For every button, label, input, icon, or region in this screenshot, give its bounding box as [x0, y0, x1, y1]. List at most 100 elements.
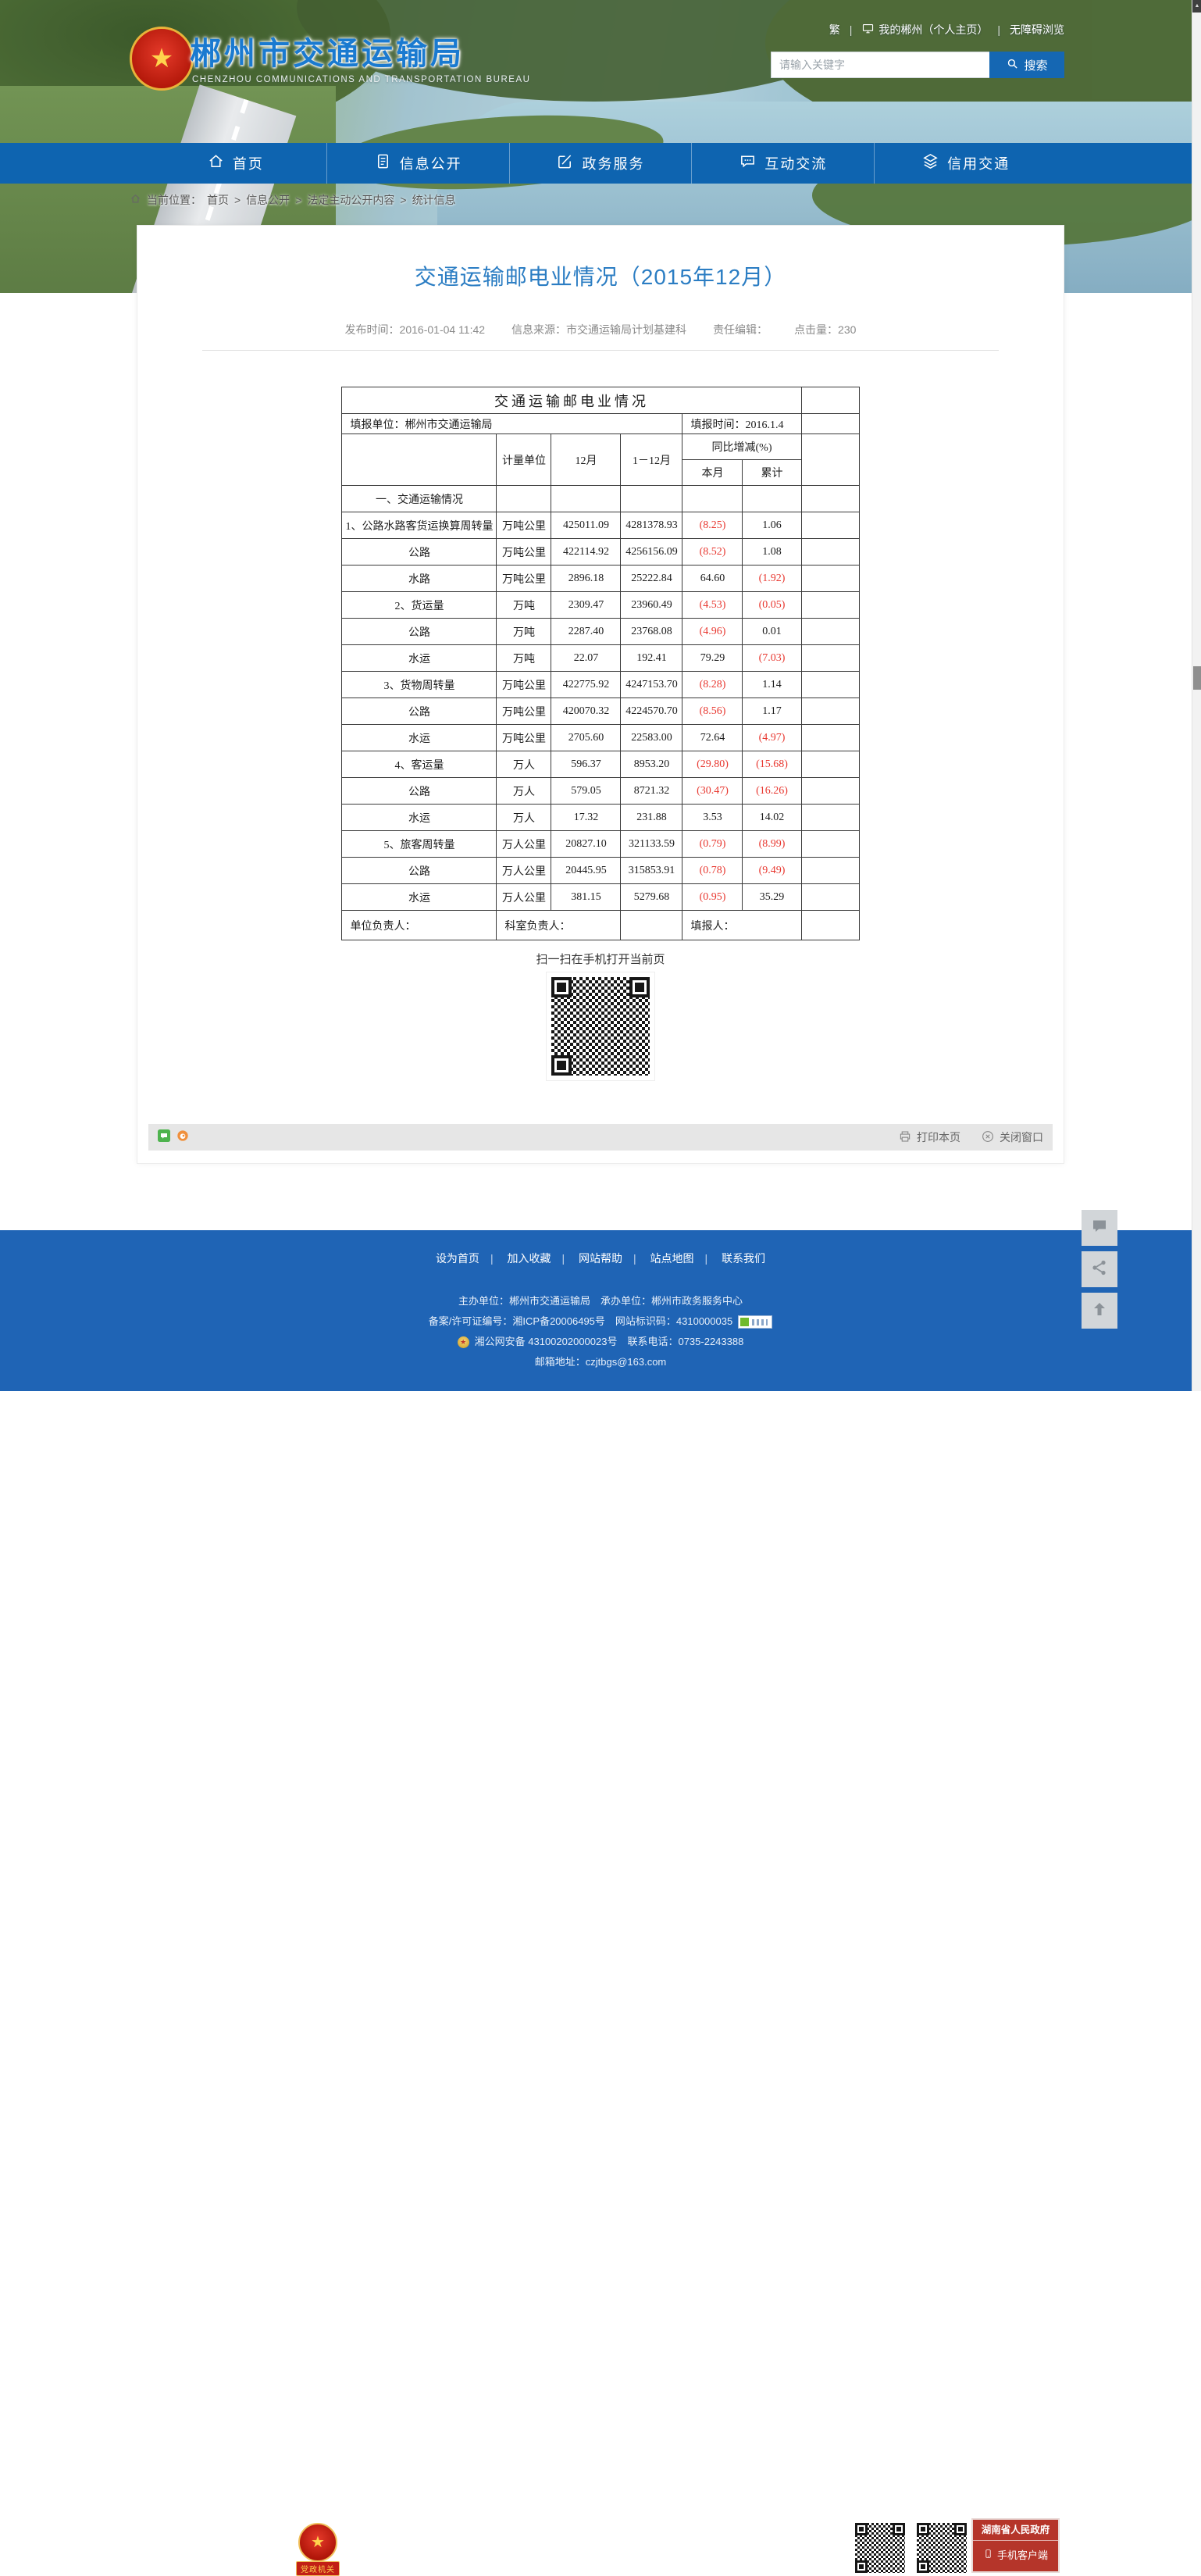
- article-card: 交通运输邮电业情况（2015年12月） 发布时间：2016-01-04 11:4…: [137, 225, 1064, 1164]
- indicator-cell: 公路: [342, 698, 497, 725]
- scrollbar-thumb[interactable]: [1193, 666, 1201, 690]
- yoy-month-header: 本月: [682, 460, 743, 486]
- month-cell: 20827.10: [551, 831, 621, 858]
- page-title: 交通运输邮电业情况（2015年12月）: [202, 261, 999, 294]
- empty-cell: [801, 414, 859, 434]
- empty-cell: [801, 698, 859, 725]
- scrollbar-up-arrow[interactable]: ▲: [1192, 0, 1201, 12]
- section-row: 一、交通运输情况: [342, 486, 859, 512]
- phone-icon: [983, 2541, 993, 2571]
- empty-cell: [801, 751, 859, 778]
- print-page-button[interactable]: 打印本页: [898, 1129, 960, 1146]
- weibo-share-icon[interactable]: [176, 1129, 189, 1146]
- nav-item-info-disclosure[interactable]: 信息公开: [327, 143, 510, 184]
- month-cell: 20445.95: [551, 858, 621, 884]
- party-gov-badge[interactable]: ★ 党政机关: [296, 2523, 340, 2576]
- edit-icon: [556, 152, 574, 174]
- nav-item-gov-services[interactable]: 政务服务: [510, 143, 693, 184]
- close-label: 关闭窗口: [1000, 1129, 1043, 1145]
- unit-cell: 万吨公里: [497, 725, 551, 751]
- unit-cell: 万吨公里: [497, 698, 551, 725]
- accessibility-link[interactable]: 无障碍浏览: [1010, 22, 1064, 37]
- security-line: ★ 湘公网安备 43100202000023号 联系电话：0735-224338…: [0, 1332, 1201, 1352]
- indicator-cell: 4、客运量: [342, 751, 497, 778]
- indicator-cell: 2、货运量: [342, 592, 497, 619]
- chat-service-button[interactable]: [1082, 1210, 1117, 1246]
- back-to-top-button[interactable]: [1082, 1293, 1117, 1329]
- cnzz-stat-badge[interactable]: [738, 1315, 772, 1329]
- contact-us-link[interactable]: 联系我们: [722, 1252, 765, 1265]
- nav-item-home[interactable]: 首页: [144, 143, 327, 184]
- mom-cell: (29.80): [682, 751, 743, 778]
- ytd-cell: 25222.84: [621, 566, 682, 592]
- cum-cell: (7.03): [743, 645, 801, 672]
- month-cell: 579.05: [551, 778, 621, 805]
- month-cell: 2705.60: [551, 725, 621, 751]
- month-cell: 2896.18: [551, 566, 621, 592]
- table-info-row: 填报单位：郴州市交通运输局 填报时间：2016.1.4: [342, 414, 859, 434]
- unit-leader-cell: 单位负责人：: [342, 911, 497, 940]
- unit-cell: 万吨: [497, 592, 551, 619]
- indicator-cell: 水运: [342, 805, 497, 831]
- arrow-up-icon: [1090, 1300, 1109, 1322]
- article-meta: 发布时间：2016-01-04 11:42 信息来源：市交通运输局计划基建科 责…: [202, 322, 999, 337]
- mom-cell: 79.29: [682, 645, 743, 672]
- main-navbar: 首页 信息公开 政务服务 互动交流 信用交通: [0, 143, 1201, 184]
- statistics-table: 交通运输邮电业情况 填报单位：郴州市交通运输局 填报时间：2016.1.4 计量…: [341, 387, 859, 940]
- set-homepage-link[interactable]: 设为首页: [436, 1252, 479, 1265]
- cum-cell: (0.05): [743, 592, 801, 619]
- search-input[interactable]: [771, 52, 989, 78]
- cum-cell: 1.14: [743, 672, 801, 698]
- layers-icon: [921, 152, 939, 174]
- scrollbar[interactable]: ▲: [1192, 0, 1201, 1391]
- share-button[interactable]: [1082, 1251, 1117, 1287]
- empty-cell: [801, 778, 859, 805]
- breadcrumb-statutory[interactable]: 法定主动公开内容: [307, 192, 394, 208]
- nav-item-credit-transport[interactable]: 信用交通: [875, 143, 1057, 184]
- close-window-button[interactable]: 关闭窗口: [981, 1129, 1043, 1146]
- search-button[interactable]: 搜索: [989, 52, 1064, 78]
- breadcrumb-label: 当前位置：: [147, 192, 201, 208]
- my-city-link[interactable]: 我的郴州（个人主页）: [861, 22, 988, 37]
- month-cell: 422775.92: [551, 672, 621, 698]
- page-qr-code: [546, 972, 655, 1081]
- hunan-gov-app-panel[interactable]: 湖南省人民政府 手机客户端: [971, 2518, 1060, 2573]
- ytd-cell: 4281378.93: [621, 512, 682, 539]
- cum-cell: (15.68): [743, 751, 801, 778]
- table-header-row: 计量单位 12月 1－12月 同比增减(%): [342, 434, 859, 460]
- badge-emblem-icon: ★: [298, 2523, 337, 2562]
- sitemap-link[interactable]: 站点地图: [650, 1252, 694, 1265]
- table-row: 公路 万人 579.05 8721.32 (30.47) (16.26): [342, 778, 859, 805]
- table-title: 交通运输邮电业情况: [342, 387, 801, 414]
- breadcrumb-statistics[interactable]: 统计信息: [412, 192, 456, 208]
- yoy-cum-header: 累计: [743, 460, 801, 486]
- indicator-cell: 水运: [342, 884, 497, 911]
- qr-pattern: [551, 977, 650, 1076]
- dept-leader-cell: 科室负责人：: [497, 911, 621, 940]
- empty-cell: [801, 539, 859, 566]
- my-city-label: 我的郴州（个人主页）: [878, 22, 988, 37]
- cum-cell: (1.92): [743, 566, 801, 592]
- traditional-chinese-link[interactable]: 繁: [829, 22, 840, 37]
- breadcrumb-info[interactable]: 信息公开: [246, 192, 290, 208]
- ytd-cell: 22583.00: [621, 725, 682, 751]
- fill-time: 填报时间：2016.1.4: [682, 414, 801, 434]
- site-help-link[interactable]: 网站帮助: [579, 1252, 622, 1265]
- month-cell: 2287.40: [551, 619, 621, 645]
- separator: |: [997, 23, 1000, 36]
- unit-cell: 万吨: [497, 619, 551, 645]
- editor: 责任编辑：: [713, 322, 768, 337]
- add-favorite-link[interactable]: 加入收藏: [507, 1252, 551, 1265]
- header-top-links: 繁 | 我的郴州（个人主页） | 无障碍浏览: [829, 22, 1064, 37]
- qr-tip-text: 扫一扫在手机打开当前页: [137, 951, 1064, 967]
- breadcrumb-home[interactable]: 首页: [207, 192, 229, 208]
- wechat-share-icon[interactable]: [158, 1129, 170, 1146]
- footer-links: 设为首页| 加入收藏| 网站帮助| 站点地图| 联系我们: [0, 1230, 1201, 1266]
- table-row: 水运 万人 17.32 231.88 3.53 14.02: [342, 805, 859, 831]
- ytd-cell: 4224570.70: [621, 698, 682, 725]
- chat-bubble-icon: [1090, 1217, 1109, 1240]
- month-cell: 596.37: [551, 751, 621, 778]
- table-row: 5、旅客周转量 万人公里 20827.10 321133.59 (0.79) (…: [342, 831, 859, 858]
- nav-item-interaction[interactable]: 互动交流: [692, 143, 875, 184]
- icp-line: 备案/许可证编号：湘ICP备20006495号 网站标识码：4310000035: [0, 1311, 1201, 1332]
